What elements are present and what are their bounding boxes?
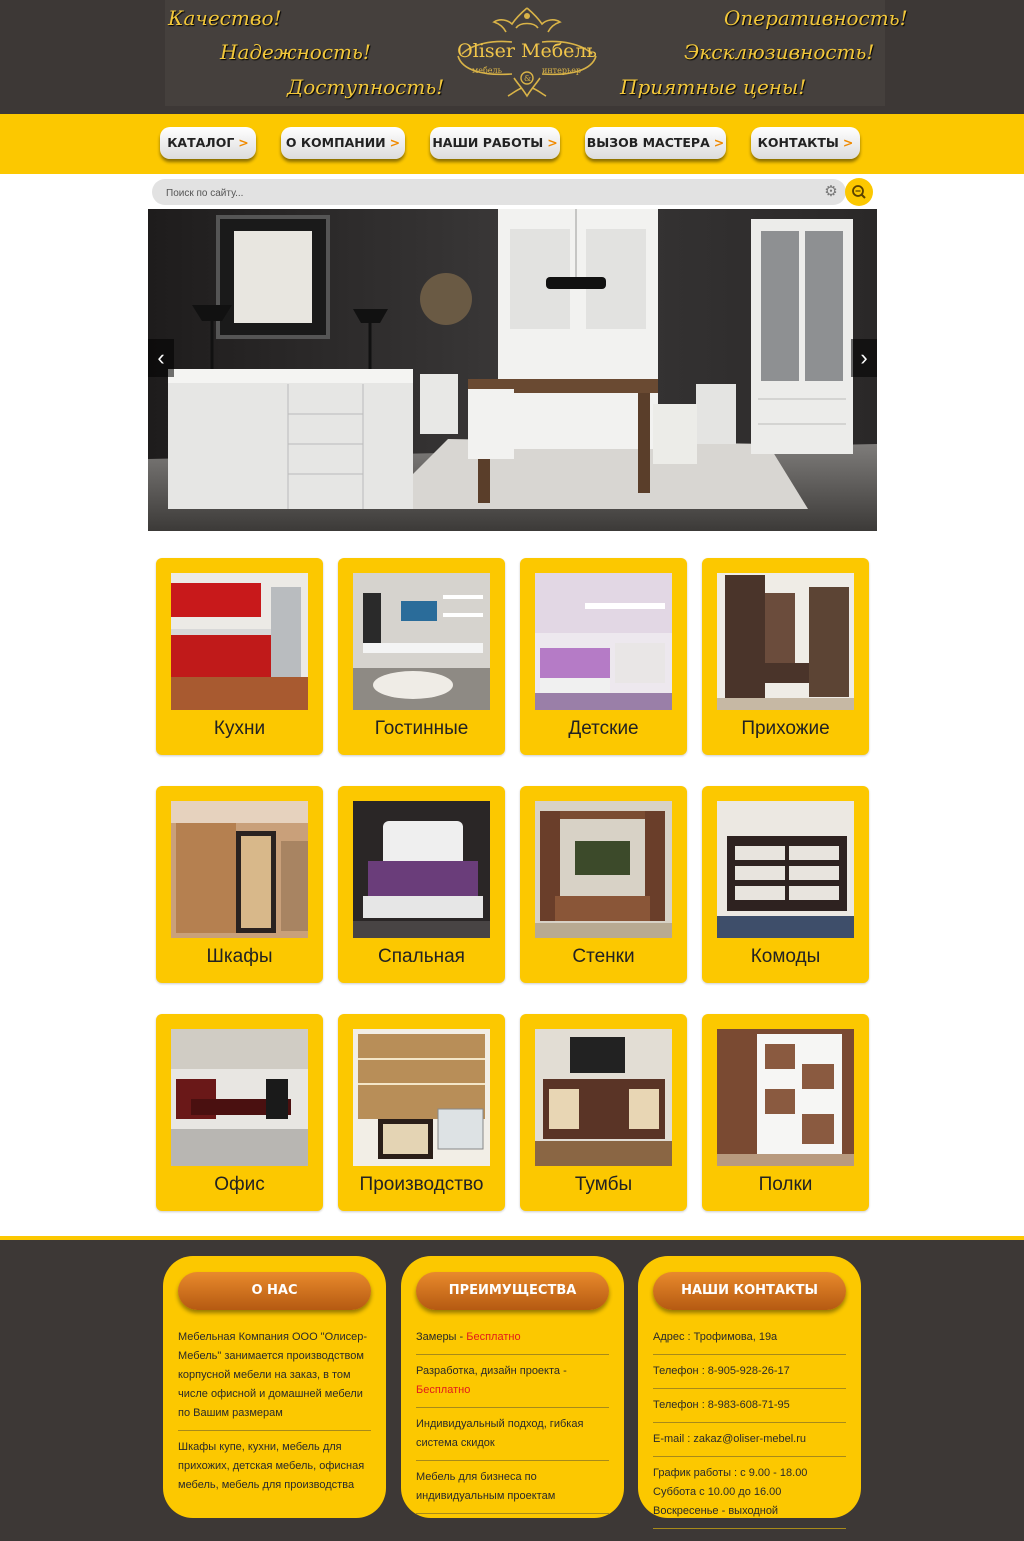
gear-icon[interactable]: ⚙ bbox=[822, 183, 840, 201]
nav-arrow-icon: > bbox=[713, 135, 725, 150]
nav-arrow-icon: > bbox=[389, 135, 401, 150]
contact-phone[interactable]: Телефон : 8-905-928-26-17 bbox=[653, 1362, 846, 1389]
slogan-efficiency: Оперативность! bbox=[724, 6, 908, 30]
category-office[interactable]: Офис bbox=[156, 1014, 323, 1211]
category-label: Спальная bbox=[378, 946, 465, 967]
slogan-exclusivity: Эксклюзивность! bbox=[684, 40, 875, 64]
logo[interactable]: Oliser Мебель мебель & интерьер bbox=[452, 4, 602, 100]
slider-next-button[interactable]: › bbox=[851, 339, 877, 377]
advantage-item: Замеры - Бесплатно bbox=[416, 1328, 609, 1355]
contact-email[interactable]: E-mail : zakaz@oliser-mebel.ru bbox=[653, 1430, 846, 1457]
contacts-body: Адрес : Трофимова, 19а Телефон : 8-905-9… bbox=[653, 1328, 846, 1536]
nav-works-label: НАШИ РАБОТЫ bbox=[432, 135, 544, 150]
about-paragraph: Мебельная Компания ООО "Олисер-Мебель" з… bbox=[178, 1328, 371, 1431]
category-wardrobes[interactable]: Шкафы bbox=[156, 786, 323, 983]
advantages-body: Замеры - Бесплатно Разработка, дизайн пр… bbox=[416, 1328, 609, 1521]
category-label: Прихожие bbox=[741, 718, 830, 739]
category-photo bbox=[171, 573, 308, 710]
nav-arrow-icon: > bbox=[547, 135, 558, 150]
hero-slider bbox=[148, 209, 877, 531]
about-panel: О НАС Мебельная Компания ООО "Олисер-Меб… bbox=[163, 1256, 386, 1518]
category-label: Гостинные bbox=[374, 718, 469, 739]
category-label: Комоды bbox=[750, 946, 821, 967]
category-label: Детские bbox=[568, 718, 639, 739]
contact-hours: График работы : с 9.00 - 18.00 Суббота с… bbox=[653, 1464, 846, 1529]
logo-tagline-right: интерьер bbox=[542, 66, 582, 75]
advantage-item: Индивидуальный подход, гибкая система ск… bbox=[416, 1415, 609, 1461]
category-label: Производство bbox=[359, 1174, 484, 1195]
nav-master-label: ВЫЗОВ МАСТЕРА bbox=[586, 135, 710, 150]
category-photo bbox=[535, 573, 672, 710]
about-title: О НАС bbox=[178, 1272, 371, 1310]
nav-about-label: О КОМПАНИИ bbox=[285, 135, 386, 150]
nav-contacts-button[interactable]: КОНТАКТЫ > bbox=[751, 127, 860, 159]
nav-arrow-icon: > bbox=[842, 135, 854, 150]
category-wall-units[interactable]: Стенки bbox=[520, 786, 687, 983]
category-photo bbox=[535, 1029, 672, 1166]
nav-catalog-label: КАТАЛОГ bbox=[167, 135, 235, 150]
search-icon bbox=[852, 185, 866, 199]
slogan-quality: Качество! bbox=[168, 6, 282, 30]
category-photo bbox=[353, 1029, 490, 1166]
slogan-prices: Приятные цены! bbox=[620, 75, 807, 99]
nav-works-button[interactable]: НАШИ РАБОТЫ > bbox=[430, 127, 560, 159]
category-photo bbox=[535, 801, 672, 938]
hours-sunday: Воскресенье - выходной bbox=[653, 1505, 779, 1517]
contacts-title: НАШИ КОНТАКТЫ bbox=[653, 1272, 846, 1310]
contact-address: Адрес : Трофимова, 19а bbox=[653, 1328, 846, 1355]
logo-tagline-amp: & bbox=[524, 74, 532, 83]
category-photo bbox=[717, 801, 854, 938]
category-photo bbox=[717, 573, 854, 710]
advantage-item: Разработка, дизайн проекта - Бесплатно bbox=[416, 1362, 609, 1408]
hours-saturday: Суббота с 10.00 до 16.00 bbox=[653, 1486, 782, 1498]
advantage-item: Мебель для бизнеса по индивидуальным про… bbox=[416, 1468, 609, 1514]
category-label: Шкафы bbox=[206, 946, 273, 967]
contact-phone[interactable]: Телефон : 8-983-608-71-95 bbox=[653, 1396, 846, 1423]
category-kids[interactable]: Детские bbox=[520, 558, 687, 755]
slider-image bbox=[148, 209, 877, 531]
category-kitchens[interactable]: Кухни bbox=[156, 558, 323, 755]
category-bedroom[interactable]: Спальная bbox=[338, 786, 505, 983]
slogan-reliability: Надежность! bbox=[220, 40, 371, 64]
advantages-title: ПРЕИМУЩЕСТВА bbox=[416, 1272, 609, 1310]
category-photo bbox=[717, 1029, 854, 1166]
category-photo bbox=[353, 801, 490, 938]
category-label: Стенки bbox=[572, 946, 635, 967]
nav-about-button[interactable]: О КОМПАНИИ > bbox=[281, 127, 405, 159]
nav-catalog-button[interactable]: КАТАЛОГ > bbox=[160, 127, 256, 159]
hours-weekdays: График работы : с 9.00 - 18.00 bbox=[653, 1467, 808, 1479]
category-hallways[interactable]: Прихожие bbox=[702, 558, 869, 755]
nav-master-button[interactable]: ВЫЗОВ МАСТЕРА > bbox=[585, 127, 726, 159]
category-dressers[interactable]: Комоды bbox=[702, 786, 869, 983]
category-label: Кухни bbox=[213, 718, 266, 739]
logo-tagline-left: мебель bbox=[472, 66, 502, 75]
category-label: Офис bbox=[214, 1174, 265, 1195]
category-stands[interactable]: Тумбы bbox=[520, 1014, 687, 1211]
nav-arrow-icon: > bbox=[238, 135, 249, 150]
logo-name: Oliser Мебель bbox=[457, 40, 597, 62]
category-living-rooms[interactable]: Гостинные bbox=[338, 558, 505, 755]
advantages-panel: ПРЕИМУЩЕСТВА Замеры - Бесплатно Разработ… bbox=[401, 1256, 624, 1518]
category-label: Тумбы bbox=[574, 1174, 633, 1195]
slogan-availability: Доступность! bbox=[287, 75, 445, 99]
category-photo bbox=[171, 801, 308, 938]
category-production[interactable]: Производство bbox=[338, 1014, 505, 1211]
about-body: Мебельная Компания ООО "Олисер-Мебель" з… bbox=[178, 1328, 371, 1509]
category-photo bbox=[353, 573, 490, 710]
nav-contacts-label: КОНТАКТЫ bbox=[757, 135, 839, 150]
category-shelves[interactable]: Полки bbox=[702, 1014, 869, 1211]
about-paragraph: Шкафы купе, кухни, мебель для прихожих, … bbox=[178, 1441, 365, 1491]
contacts-panel: НАШИ КОНТАКТЫ Адрес : Трофимова, 19а Тел… bbox=[638, 1256, 861, 1529]
search-input[interactable] bbox=[164, 179, 808, 207]
category-photo bbox=[171, 1029, 308, 1166]
slider-prev-button[interactable]: ‹ bbox=[148, 339, 174, 377]
search-button[interactable] bbox=[845, 178, 873, 206]
search-bar bbox=[152, 179, 846, 207]
category-label: Полки bbox=[758, 1174, 813, 1195]
